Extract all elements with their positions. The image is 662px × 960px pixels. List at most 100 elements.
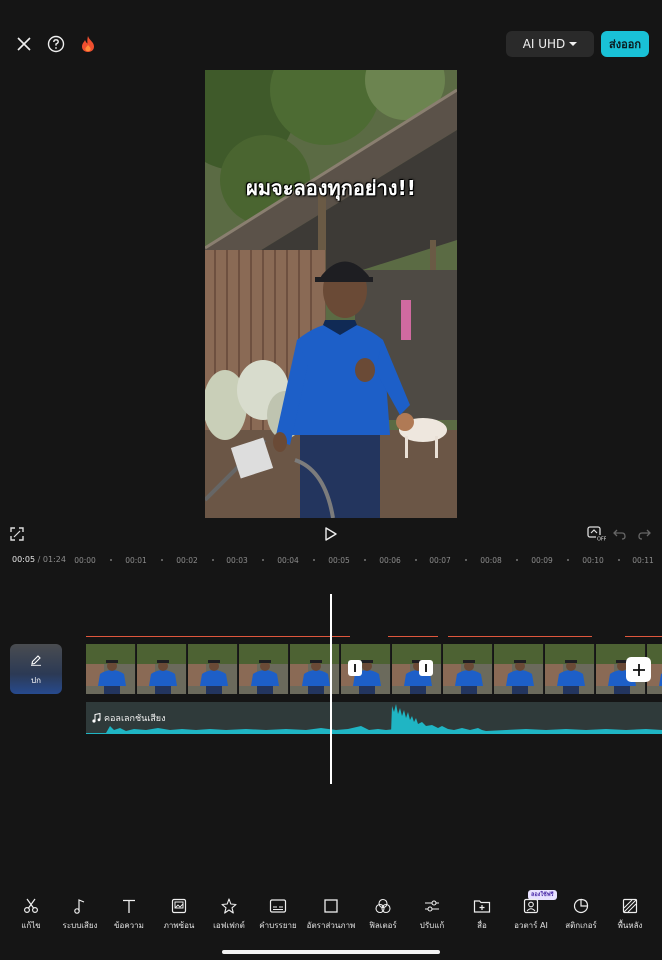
close-button[interactable] [12, 32, 36, 56]
help-button[interactable] [44, 32, 68, 56]
thumbnail-image [239, 644, 288, 694]
tool-label: ปรับแก้ [419, 921, 445, 930]
audio-track[interactable]: คอลเลกชันเสียง [86, 702, 662, 734]
tool-label: อัตราส่วนภาพ [306, 921, 356, 930]
current-time: 00:05 [12, 555, 36, 564]
tool-overlay[interactable]: ภาพซ้อน [151, 898, 207, 932]
ruler-tick: 00:10 [582, 556, 604, 565]
clip-thumbnail[interactable] [86, 644, 136, 694]
clip-thumbnail[interactable] [494, 644, 544, 694]
ruler-tick: 00:08 [480, 556, 502, 565]
keyframe-off-button[interactable]: OFF [586, 524, 606, 544]
thumbnail-image [392, 644, 441, 694]
thumbnail-image [86, 644, 135, 694]
tool-aspect-ratio[interactable]: อัตราส่วนภาพ [303, 898, 359, 932]
ruler-tick: 00:01 [125, 556, 147, 565]
video-frame-image [205, 70, 457, 518]
sticker-icon [573, 898, 589, 914]
time-separator: / [37, 555, 41, 564]
ruler-tick: 00:07 [429, 556, 451, 565]
export-button[interactable]: ส่งออก [601, 31, 649, 57]
ruler-tick: 00:09 [531, 556, 553, 565]
tool-adjust[interactable]: ปรับแก้ [404, 898, 460, 932]
avatar-icon [523, 898, 539, 914]
svg-text:OFF: OFF [597, 537, 606, 543]
tool-edit[interactable]: แก้ไข [3, 898, 59, 932]
quality-label: AI UHD [522, 37, 566, 51]
ruler-dot [618, 559, 620, 561]
ruler-dot [567, 559, 569, 561]
ruler-tick: 00:05 [328, 556, 350, 565]
editor-screen: AI UHD ส่งออก ผมจะลองทุกอย่าง!! OFF 00:0… [0, 0, 662, 960]
ruler-dot [212, 559, 214, 561]
clip-thumbnail[interactable] [290, 644, 340, 694]
video-track[interactable] [86, 644, 662, 694]
ruler-dot [313, 559, 315, 561]
playhead[interactable] [330, 594, 332, 784]
ruler-dot [364, 559, 366, 561]
clip-thumbnail[interactable] [137, 644, 187, 694]
clip-thumbnail[interactable] [188, 644, 238, 694]
clip-marker [388, 636, 438, 637]
clip-thumbnail[interactable] [239, 644, 289, 694]
home-indicator[interactable] [222, 950, 440, 954]
media-icon [473, 900, 491, 913]
tool-captions[interactable]: คำบรรยาย [250, 898, 306, 932]
transition-button[interactable] [419, 660, 433, 676]
clip-thumbnail[interactable] [392, 644, 442, 694]
tool-background[interactable]: พื้นหลัง [602, 898, 658, 932]
redo-icon [638, 529, 651, 540]
sparkle-icon [221, 898, 237, 914]
play-button[interactable] [324, 524, 338, 544]
add-clip-button[interactable] [626, 657, 651, 682]
filter-icon [375, 898, 391, 914]
chevron-down-icon [569, 42, 578, 46]
tool-label: เอฟเฟกต์ [213, 921, 245, 930]
ruler-tick: 00:02 [176, 556, 198, 565]
transition-icon [354, 664, 356, 672]
cover-button[interactable]: ปก [10, 644, 62, 694]
tool-label: ภาพซ้อน [163, 921, 195, 930]
video-caption[interactable]: ผมจะลองทุกอย่าง!! [205, 172, 457, 204]
thumbnail-image [443, 644, 492, 694]
tool-label: คำบรรยาย [259, 921, 297, 930]
fullscreen-button[interactable] [10, 524, 24, 544]
total-time: 01:24 [42, 555, 66, 564]
undo-button[interactable] [613, 524, 627, 544]
undo-icon [613, 529, 626, 540]
time-ruler[interactable]: 00:05 / 01:24 00:00 00:01 00:02 00:03 00… [0, 554, 662, 568]
music-note-icon [74, 899, 85, 914]
tool-label: อวตาร์ AI [514, 921, 548, 930]
ruler-dot [161, 559, 163, 561]
tool-label: ข้อความ [114, 921, 144, 930]
trending-button[interactable] [76, 32, 100, 56]
clip-marker [86, 636, 350, 637]
tool-stickers[interactable]: สติกเกอร์ [553, 898, 609, 932]
ruler-tick: 00:00 [74, 556, 96, 565]
ruler-tick: 00:06 [379, 556, 401, 565]
thumbnail-image [545, 644, 594, 694]
tool-effects[interactable]: เอฟเฟกต์ [201, 898, 257, 932]
timecode: 00:05 / 01:24 [12, 555, 66, 564]
clip-marker [448, 636, 592, 637]
tool-filters[interactable]: ฟิลเตอร์ [355, 898, 411, 932]
tool-ai-avatar[interactable]: อวตาร์ AI [503, 898, 559, 932]
video-preview[interactable]: ผมจะลองทุกอย่าง!! [205, 70, 457, 518]
aspect-ratio-icon [324, 899, 338, 913]
redo-button[interactable] [637, 524, 651, 544]
transition-button[interactable] [348, 660, 362, 676]
ruler-dot [415, 559, 417, 561]
fullscreen-icon [10, 527, 24, 541]
audio-label-text: คอลเลกชันเสียง [104, 714, 166, 724]
tool-text[interactable]: ข้อความ [101, 898, 157, 932]
clip-thumbnail[interactable] [443, 644, 493, 694]
ruler-tick: 00:11 [632, 556, 654, 565]
edit-pencil-icon [31, 655, 41, 666]
tool-media[interactable]: สื่อ [454, 898, 510, 932]
quality-dropdown[interactable]: AI UHD [506, 31, 594, 57]
tool-label: สติกเกอร์ [565, 921, 597, 930]
clip-thumbnail[interactable] [545, 644, 595, 694]
transition-icon [425, 664, 427, 672]
tool-audio[interactable]: ระบบเสียง [52, 898, 108, 932]
thumbnail-image [290, 644, 339, 694]
